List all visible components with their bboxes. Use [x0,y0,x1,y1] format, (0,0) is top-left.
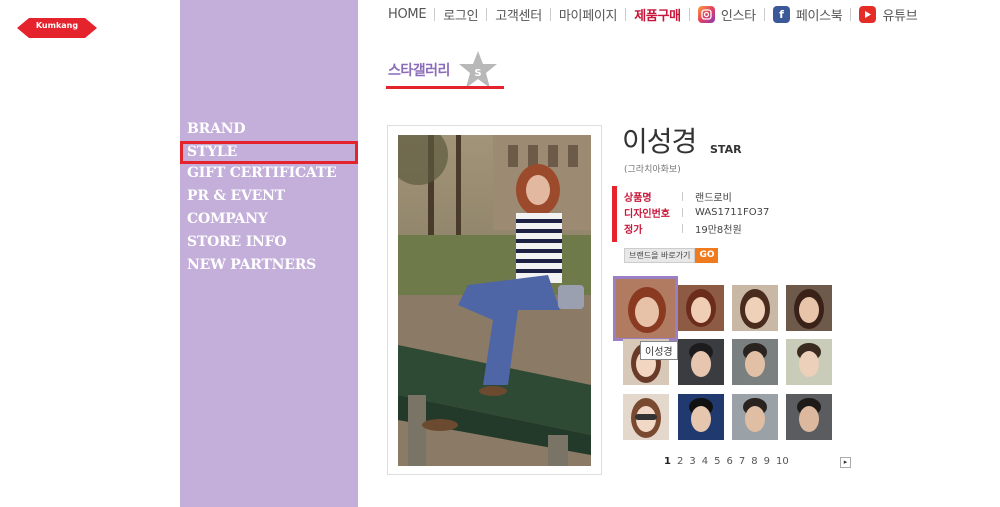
product-info-table: 상품명 랜드로비 디자인번호 WAS1711FO37 정가 19만8천원 [624,188,769,236]
nav-instagram-label: 인스타 [720,8,756,24]
facebook-icon: f [772,5,790,23]
page-link[interactable]: 5 [714,456,720,467]
page-link[interactable]: 3 [689,456,695,467]
page-link[interactable]: 10 [776,456,789,467]
logo-text: Kumkang [35,21,79,30]
sidebar-item-brand[interactable]: BRAND [187,120,358,143]
sidebar: BRAND STYLE GIFT CERTIFICATE PR & EVENT … [180,0,358,507]
info-key: 디자인번호 [624,208,670,220]
nav-facebook[interactable]: f 페이스북 [765,5,851,24]
page-link[interactable]: 8 [751,456,757,467]
pagination: 1 2 3 4 5 6 7 8 9 10 [664,456,795,467]
sidebar-item-label[interactable]: STORE INFO [187,233,358,252]
youtube-icon [859,5,877,23]
brand-go-button[interactable]: 브랜드을 바로가기 GO [624,248,719,263]
star-subtitle: (그라치아화보) [624,165,681,175]
sidebar-item-label[interactable]: BRAND [187,120,358,139]
page-link[interactable]: 6 [726,456,732,467]
thumbnail[interactable] [623,394,669,440]
sidebar-item-pr-event[interactable]: PR & EVENT [187,187,358,210]
star-icon: S [459,51,497,88]
thumbnail[interactable] [613,276,678,341]
main-photo [398,135,591,466]
sidebar-item-style[interactable]: STYLE [180,141,358,164]
thumbnail[interactable] [786,394,832,440]
star-tag: STAR [710,143,742,156]
info-value: 19만8천원 [695,224,742,236]
nav-youtube-label: 유튜브 [882,8,918,24]
thumbnail[interactable] [678,339,724,385]
go-label: GO [695,248,719,263]
nav-support[interactable]: 고객센터 [487,5,550,24]
thumbnail[interactable] [732,394,778,440]
title-underline [386,86,504,89]
info-key: 상품명 [624,192,652,204]
sidebar-item-label[interactable]: GIFT CERTIFICATE [187,164,358,183]
thumbnail[interactable] [678,285,724,331]
sidebar-item-label[interactable]: STYLE [180,141,358,164]
thumbnail-tooltip: 이성경 [640,341,678,360]
instagram-icon [697,5,715,23]
info-row-design-number: 디자인번호 WAS1711FO37 [624,204,769,220]
brand-go-label: 브랜드을 바로가기 [624,248,696,263]
thumbnail[interactable] [732,285,778,331]
sidebar-item-gift-certificate[interactable]: GIFT CERTIFICATE [187,164,358,187]
thumbnail[interactable] [678,394,724,440]
thumbnail[interactable] [732,339,778,385]
top-nav: HOME 로그인 고객센터 마이페이지 제품구매 인스타 f 페이스북 유튜브 [380,4,925,24]
next-page-button[interactable]: ▸ [840,457,851,468]
sidebar-menu: BRAND STYLE GIFT CERTIFICATE PR & EVENT … [180,120,358,279]
sidebar-item-label[interactable]: PR & EVENT [187,187,358,206]
info-row-product: 상품명 랜드로비 [624,188,769,204]
star-name: 이성경 [622,125,697,158]
sidebar-item-company[interactable]: COMPANY [187,210,358,233]
nav-shop[interactable]: 제품구매 [626,5,689,24]
info-row-price: 정가 19만8천원 [624,220,769,236]
info-divider [682,223,683,233]
info-value: 랜드로비 [695,192,732,204]
nav-youtube[interactable]: 유튜브 [851,5,925,24]
page-link[interactable]: 7 [739,456,745,467]
info-value: WAS1711FO37 [695,206,770,218]
nav-facebook-label: 페이스북 [795,8,843,24]
sidebar-item-label[interactable]: NEW PARTNERS [187,256,358,275]
info-divider [682,207,683,217]
star-badge-letter: S [474,68,481,79]
sidebar-item-store-info[interactable]: STORE INFO [187,233,358,256]
page-link[interactable]: 1 [664,456,671,467]
page-link[interactable]: 4 [702,456,708,467]
info-accent-bar [612,186,617,242]
section-title: 스타갤러리 [388,63,450,79]
main-photo-frame [387,125,602,475]
sidebar-item-new-partners[interactable]: NEW PARTNERS [187,256,358,279]
info-key: 정가 [624,224,643,236]
brand-logo[interactable]: Kumkang [17,15,97,41]
nav-mypage[interactable]: 마이페이지 [551,5,625,24]
sidebar-item-label[interactable]: COMPANY [187,210,358,229]
nav-login[interactable]: 로그인 [435,5,486,24]
page-link[interactable]: 2 [677,456,683,467]
nav-instagram[interactable]: 인스타 [690,5,764,24]
thumbnail[interactable] [786,285,832,331]
info-divider [682,191,683,201]
nav-home[interactable]: HOME [380,7,434,22]
thumbnail-grid [613,276,843,446]
page-link[interactable]: 9 [764,456,770,467]
thumbnail[interactable] [786,339,832,385]
